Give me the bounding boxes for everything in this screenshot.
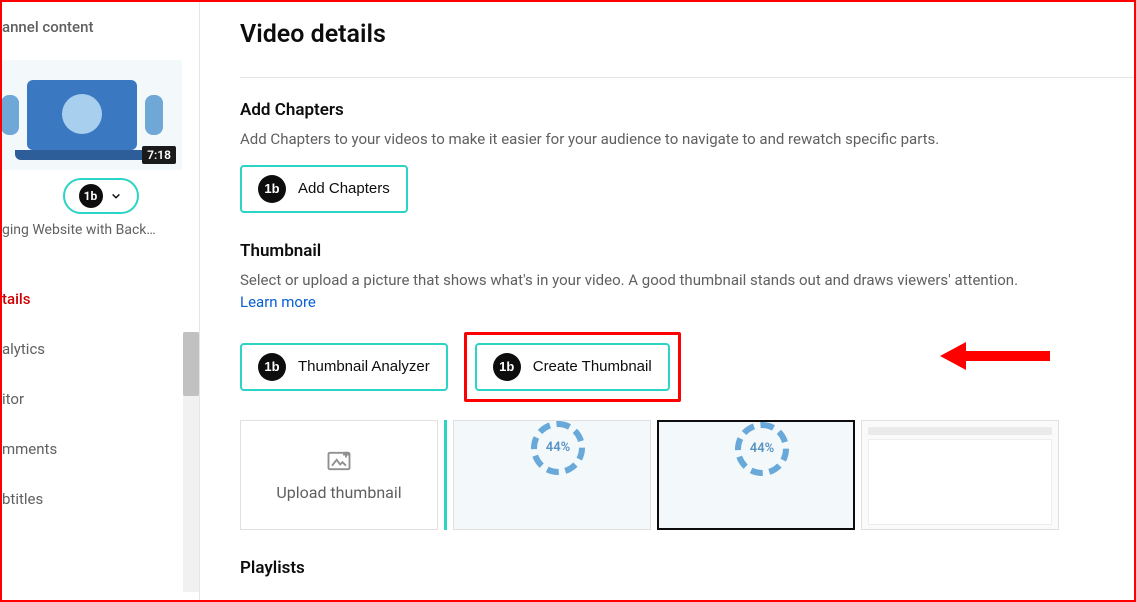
thumbnail-separator xyxy=(444,420,447,530)
nav-item-comments[interactable]: mments xyxy=(2,424,199,474)
auto-thumbnail-option-2[interactable]: 44% xyxy=(657,420,855,530)
browser-chrome-bar xyxy=(868,427,1052,435)
upload-image-icon xyxy=(325,447,353,475)
page-title: Video details xyxy=(240,20,1134,49)
video-title: ging Website with Back… xyxy=(2,222,199,238)
create-thumbnail-button[interactable]: 1b Create Thumbnail xyxy=(475,343,670,391)
sidebar-nav: tails alytics itor mments btitles xyxy=(2,274,199,524)
learn-more-link[interactable]: Learn more xyxy=(240,293,316,311)
sidebar-scrollbar[interactable] xyxy=(183,332,199,592)
percent-ring: 44% xyxy=(735,422,789,476)
upload-thumbnail-cell[interactable]: Upload thumbnail xyxy=(240,420,438,530)
auto-thumbnail-option-1[interactable]: 44% xyxy=(453,420,651,530)
annotation-arrow xyxy=(940,338,1050,378)
scrollbar-thumb[interactable] xyxy=(183,332,199,396)
thumbnail-button-row: 1b Thumbnail Analyzer 1b Create Thumbnai… xyxy=(240,332,1134,402)
tubebuddy-icon: 1b xyxy=(258,175,286,203)
percent-ring: 44% xyxy=(531,421,585,475)
tubebuddy-icon: 1b xyxy=(79,184,103,208)
nav-item-details[interactable]: tails xyxy=(2,274,199,324)
tubebuddy-icon: 1b xyxy=(258,353,286,381)
playlists-title: Playlists xyxy=(240,558,1134,578)
chapters-description: Add Chapters to your videos to make it e… xyxy=(240,128,1134,151)
upload-thumbnail-label: Upload thumbnail xyxy=(276,483,401,502)
divider xyxy=(240,77,1134,78)
auto-thumbnail-option-3[interactable] xyxy=(861,420,1059,530)
thumbnail-analyzer-button[interactable]: 1b Thumbnail Analyzer xyxy=(240,343,448,391)
section-thumbnail: Thumbnail Select or upload a picture tha… xyxy=(240,241,1134,530)
sidebar-header: annel content xyxy=(2,18,199,36)
create-thumbnail-label: Create Thumbnail xyxy=(533,358,652,375)
nav-item-editor[interactable]: itor xyxy=(2,374,199,424)
tubebuddy-dropdown[interactable]: 1b xyxy=(63,178,139,214)
tubebuddy-icon: 1b xyxy=(493,353,521,381)
arrow-left-icon xyxy=(940,338,1050,374)
annotation-highlight: 1b Create Thumbnail xyxy=(464,332,681,402)
chapters-title: Add Chapters xyxy=(240,100,1134,120)
thumbnail-grid: Upload thumbnail 44% 44% xyxy=(240,420,1134,530)
browser-body xyxy=(868,439,1052,525)
nav-item-analytics[interactable]: alytics xyxy=(2,324,199,374)
thumbnail-title: Thumbnail xyxy=(240,241,1134,261)
thumbnail-description-text: Select or upload a picture that shows wh… xyxy=(240,271,1018,289)
add-chapters-button-label: Add Chapters xyxy=(298,180,390,197)
main-content: Video details Add Chapters Add Chapters … xyxy=(200,2,1134,600)
video-duration-badge: 7:18 xyxy=(142,146,176,164)
thumbnail-description: Select or upload a picture that shows wh… xyxy=(240,269,1134,314)
add-chapters-button[interactable]: 1b Add Chapters xyxy=(240,165,408,213)
section-add-chapters: Add Chapters Add Chapters to your videos… xyxy=(240,100,1134,213)
thumbnail-analyzer-label: Thumbnail Analyzer xyxy=(298,358,430,375)
nav-item-subtitles[interactable]: btitles xyxy=(2,474,199,524)
chevron-down-icon xyxy=(109,189,123,203)
sidebar: annel content 7:18 1b ging Website with … xyxy=(2,2,200,600)
video-thumbnail-preview[interactable]: 7:18 xyxy=(0,60,182,170)
